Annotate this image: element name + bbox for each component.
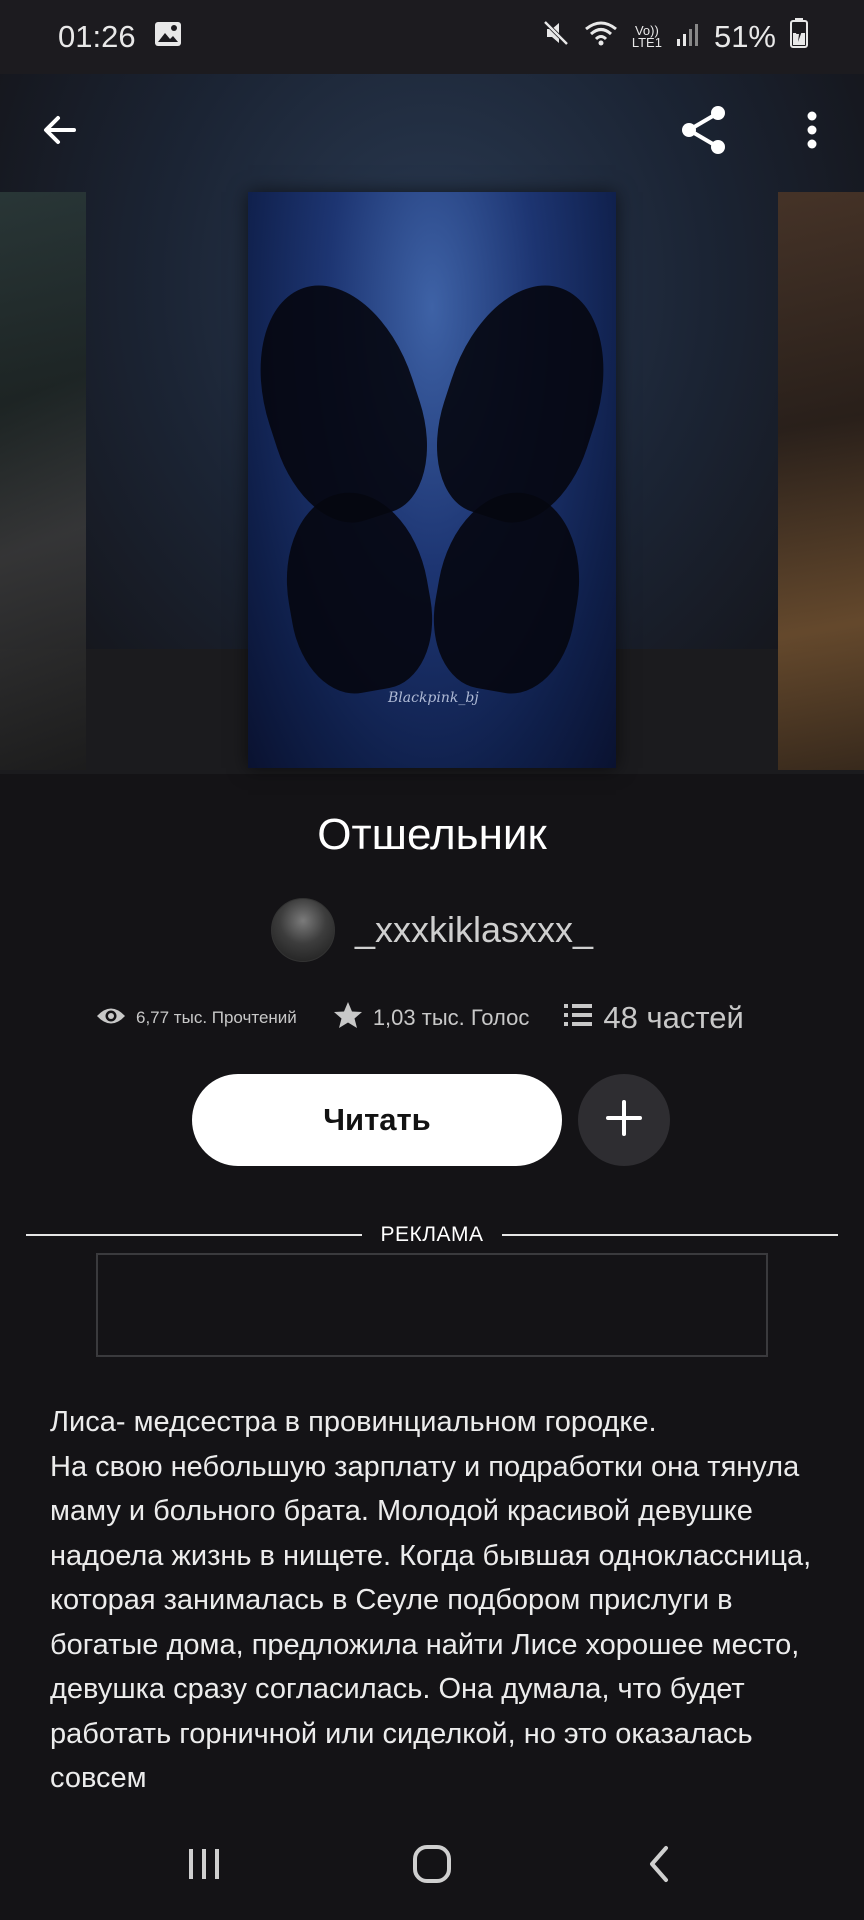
back-nav-icon [640, 1844, 680, 1889]
parts-count: 48 частей [603, 1000, 744, 1035]
mute-icon [542, 19, 570, 55]
ad-slot[interactable] [96, 1253, 768, 1357]
image-icon [154, 19, 182, 55]
eye-icon [96, 1005, 126, 1032]
back-nav-button[interactable] [620, 1826, 700, 1906]
read-button[interactable]: Читать [192, 1074, 562, 1166]
ad-label: РЕКЛАМА [380, 1223, 484, 1246]
votes-stat: 1,03 тыс. Голос [333, 1001, 530, 1035]
lte-label: LTE1 [631, 35, 662, 50]
parts-stat: 48 частей [563, 1000, 744, 1036]
previous-story-cover[interactable] [0, 192, 86, 770]
add-to-library-button[interactable] [578, 1074, 670, 1166]
divider-line [26, 1234, 363, 1236]
home-icon [410, 1842, 454, 1891]
votes-count: 1,03 тыс. Голос [372, 1005, 530, 1030]
network-type: Vo)) LTE1 [631, 24, 662, 50]
wifi-icon [584, 19, 618, 55]
views-count: 6,77 тыс. Прочтений [136, 1008, 297, 1027]
status-bar: 01:26 Vo)) LTE1 51% [0, 0, 864, 74]
story-description: Лиса- медсестра в провинциальном городке… [50, 1406, 812, 1794]
signal-icon [676, 19, 700, 55]
divider-line [501, 1234, 839, 1236]
cover-art-wing-lower-right [421, 481, 595, 703]
author-avatar[interactable] [270, 898, 335, 962]
story-cover[interactable]: Blackpink_bj [248, 192, 616, 768]
story-title: Отшельник [317, 810, 547, 859]
status-time: 01:26 [58, 19, 136, 54]
more-vertical-icon [806, 110, 818, 155]
story-stats: 6,77 тыс. Прочтений 1,03 тыс. Голос 48 ч… [96, 1000, 796, 1036]
battery-icon [790, 18, 808, 56]
system-nav-bar [0, 1812, 864, 1920]
ad-divider: РЕКЛАМА [26, 1220, 839, 1250]
home-button[interactable] [392, 1826, 472, 1906]
list-icon [563, 1000, 593, 1036]
recent-apps-icon [184, 1844, 224, 1889]
status-right: Vo)) LTE1 51% [542, 18, 808, 56]
author-link[interactable]: _xxxkiklasxxx_ [0, 898, 864, 962]
next-story-cover[interactable] [778, 192, 864, 770]
more-options-button[interactable] [780, 100, 844, 164]
cover-art-wing-lower-left [271, 481, 445, 703]
share-button[interactable] [672, 100, 736, 164]
views-stat: 6,77 тыс. Прочтений [96, 1005, 297, 1032]
status-left: 01:26 [58, 19, 182, 55]
arrow-left-icon [40, 110, 80, 155]
plus-icon [604, 1098, 644, 1143]
share-icon [678, 104, 730, 161]
battery-percent: 51% [713, 19, 776, 54]
author-name[interactable]: _xxxkiklasxxx_ [355, 909, 593, 951]
star-icon [333, 1001, 363, 1035]
cover-signature: Blackpink_bj [388, 690, 479, 706]
back-button[interactable] [28, 100, 92, 164]
recent-apps-button[interactable] [164, 1826, 244, 1906]
